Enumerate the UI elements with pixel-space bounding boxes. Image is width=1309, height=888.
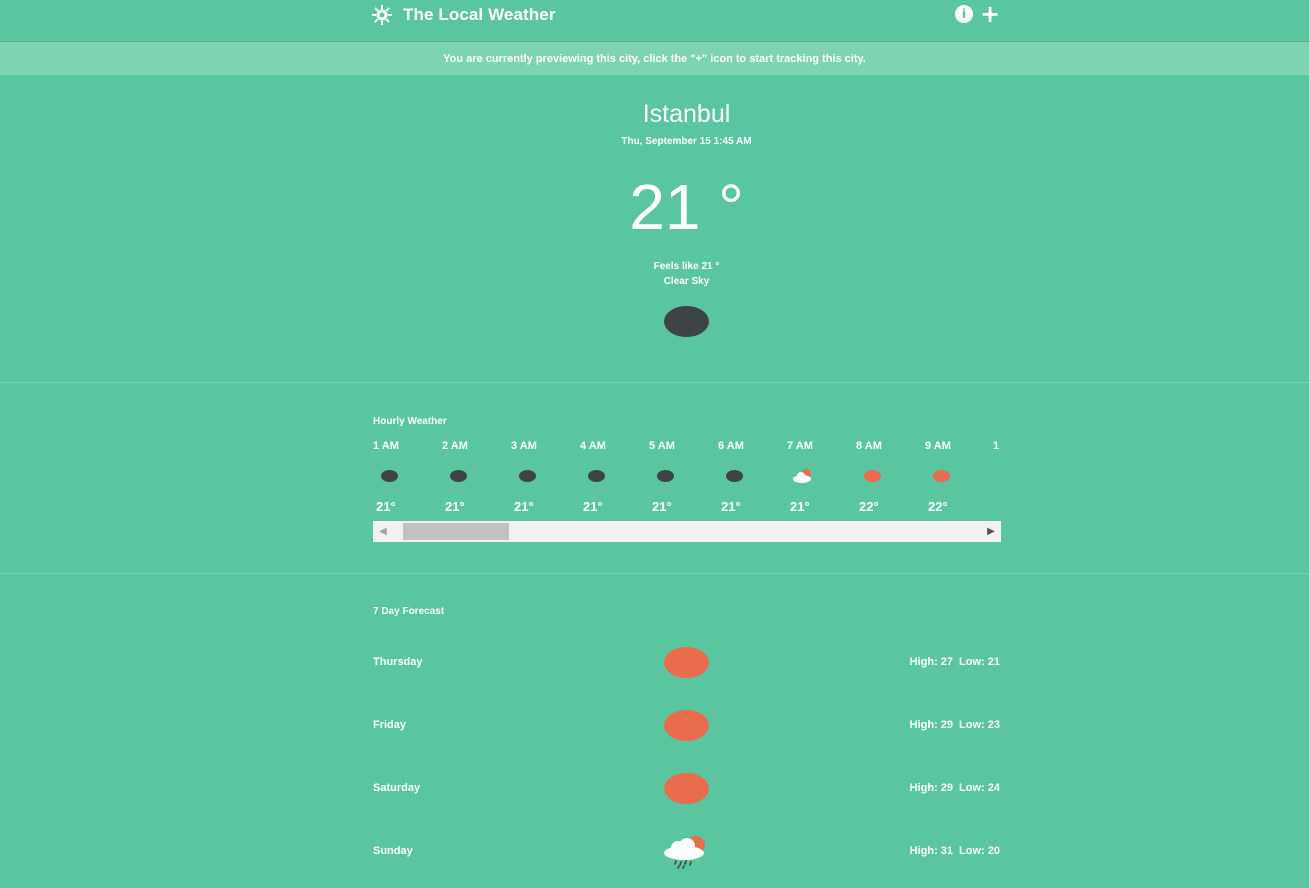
forecast-day: Sunday: [373, 845, 413, 857]
forecast-title: 7 Day Forecast: [373, 606, 445, 617]
section-divider: [0, 382, 1309, 383]
sun-icon: [664, 710, 709, 741]
feels-like: Feels like 21 °: [653, 261, 720, 272]
hourly-title: Hourly Weather: [373, 416, 447, 427]
hour-time: 1: [993, 440, 1000, 452]
hour-temp: 21°: [514, 499, 534, 514]
hour-temp: 21°: [583, 499, 603, 514]
hour-time: 8 AM: [856, 440, 882, 452]
current-datetime: Thu, September 15 1:45 AM: [621, 136, 752, 147]
hour-time: 2 AM: [442, 440, 468, 452]
forecast-low: Low: 23: [959, 719, 1000, 731]
moon-icon: [381, 470, 398, 482]
forecast-high: High: 31: [909, 845, 954, 857]
hour-time: 3 AM: [511, 440, 537, 452]
hourly-strip[interactable]: 1 AM 21° 2 AM 21° 3 AM 21° 4 AM 21° 5 AM…: [373, 440, 1001, 518]
hour-temp: 21°: [445, 499, 465, 514]
forecast-day: Thursday: [373, 656, 423, 668]
forecast-row: Saturday High: 29 Low: 24: [373, 768, 1001, 808]
moon-icon: [657, 470, 674, 482]
forecast-high: High: 29: [909, 782, 954, 794]
forecast-high-low: High: 27 Low: 21: [910, 656, 1000, 668]
plus-icon[interactable]: +: [980, 2, 1000, 26]
forecast-row: Thursday High: 27 Low: 21: [373, 642, 1001, 682]
sun-icon: [664, 773, 709, 804]
app-header: The Local Weather i +: [0, 0, 1309, 41]
hour-temp: 22°: [859, 499, 879, 514]
sun-icon: [864, 470, 881, 482]
moon-icon: [664, 306, 709, 337]
hour-temp: 22°: [928, 499, 948, 514]
hour-time: 6 AM: [718, 440, 744, 452]
moon-icon: [588, 470, 605, 482]
hour-temp: 21°: [376, 499, 396, 514]
hour-temp: 21°: [652, 499, 672, 514]
scroll-thumb[interactable]: [403, 523, 509, 540]
forecast-row: Sunday High: 31 Low: 20: [373, 831, 1001, 871]
moon-icon: [519, 470, 536, 482]
forecast-low: Low: 24: [959, 782, 1000, 794]
forecast-high-low: High: 29 Low: 23: [910, 719, 1000, 731]
sun-icon: [933, 470, 950, 482]
hour-time: 9 AM: [925, 440, 951, 452]
hour-temp: 21°: [790, 499, 810, 514]
scroll-right-arrow-icon[interactable]: ▶: [981, 521, 1001, 542]
current-temperature: 21 °: [629, 171, 744, 243]
forecast-row: Friday High: 29 Low: 23: [373, 705, 1001, 745]
hour-temp: 21°: [721, 499, 741, 514]
app-title: The Local Weather: [403, 5, 556, 24]
preview-banner: You are currently previewing this city, …: [0, 42, 1309, 75]
city-name: Istanbul: [642, 100, 731, 128]
rain-cloud-icon: [662, 833, 710, 869]
header-actions: i +: [955, 2, 1000, 26]
weather-condition: Clear Sky: [663, 276, 710, 287]
partly-cloudy-icon: [792, 468, 816, 484]
forecast-day: Saturday: [373, 782, 421, 794]
sun-icon: [664, 647, 709, 678]
hour-time: 5 AM: [649, 440, 675, 452]
scroll-left-arrow-icon[interactable]: ◀: [373, 521, 393, 542]
forecast-high: High: 29: [909, 719, 954, 731]
forecast-high-low: High: 29 Low: 24: [910, 782, 1000, 794]
forecast-day: Friday: [373, 719, 407, 731]
sun-gear-icon: [371, 4, 393, 26]
moon-icon: [726, 470, 743, 482]
hour-time: 7 AM: [787, 440, 813, 452]
section-divider: [0, 573, 1309, 574]
hour-time: 4 AM: [580, 440, 606, 452]
forecast-high: High: 27: [909, 656, 954, 668]
info-icon[interactable]: i: [955, 5, 973, 23]
forecast-low: Low: 20: [959, 845, 1000, 857]
forecast-low: Low: 21: [959, 656, 1000, 668]
hour-time: 1 AM: [373, 440, 399, 452]
hourly-scrollbar[interactable]: ◀ ▶: [373, 521, 1001, 542]
brand: The Local Weather: [371, 4, 556, 26]
moon-icon: [450, 470, 467, 482]
forecast-high-low: High: 31 Low: 20: [910, 845, 1000, 857]
